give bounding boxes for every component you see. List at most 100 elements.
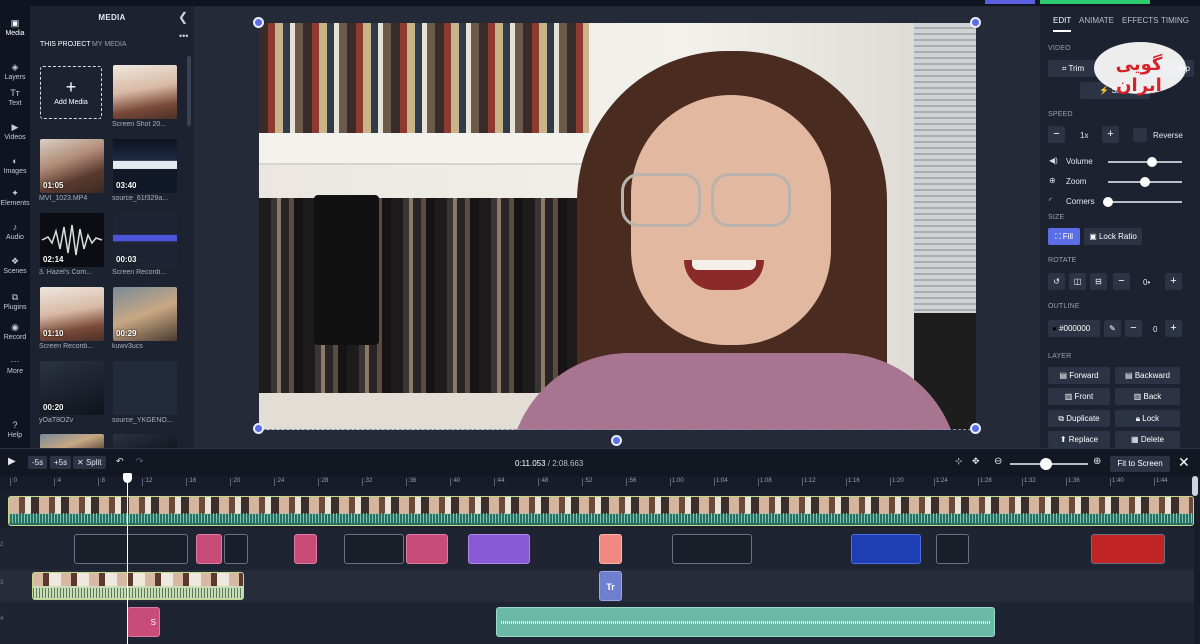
outline-color-picker[interactable]: ● #000000 xyxy=(1048,320,1100,337)
outline-increase-button[interactable]: + xyxy=(1165,320,1182,337)
rotate-left-icon[interactable]: ↺ xyxy=(1048,273,1065,290)
media-tile[interactable]: 02:14 xyxy=(40,213,104,267)
tab-animate[interactable]: ANIMATE xyxy=(1079,16,1114,25)
delete-button[interactable]: ▦ Delete xyxy=(1115,431,1180,448)
clip-pink[interactable] xyxy=(196,534,222,564)
zoom-in-icon[interactable]: ⊕ xyxy=(1093,456,1101,467)
resize-handle-tl[interactable] xyxy=(253,17,264,28)
video-preview[interactable] xyxy=(259,23,976,430)
clip-s[interactable]: S xyxy=(127,607,160,637)
clip-blue-slide[interactable] xyxy=(851,534,921,564)
close-timeline-icon[interactable]: ✕ xyxy=(1178,454,1190,471)
clip-pink[interactable] xyxy=(294,534,317,564)
rotate-decrease-button[interactable]: − xyxy=(1113,273,1130,290)
tab-my-media[interactable]: MY MEDIA xyxy=(92,41,127,48)
rail-item-media[interactable]: ▣ Media xyxy=(0,16,30,48)
clip-screen-recording[interactable] xyxy=(672,534,752,564)
reverse-checkbox[interactable] xyxy=(1133,128,1147,142)
media-tile[interactable] xyxy=(113,361,177,415)
main-video-clip[interactable] xyxy=(8,496,1194,526)
back-button[interactable]: ▥ Back xyxy=(1115,388,1180,405)
duplicate-button[interactable]: ⧉ Duplicate xyxy=(1048,410,1110,427)
split-button[interactable]: ✕ Split xyxy=(73,456,106,469)
facecam-clip[interactable] xyxy=(32,572,244,600)
replace-button[interactable]: ⬆ Replace xyxy=(1048,431,1110,448)
top-button-purple[interactable] xyxy=(985,0,1035,4)
tab-this-project[interactable]: THIS PROJECT xyxy=(40,41,91,48)
forward-5s-button[interactable]: +5s xyxy=(50,456,72,469)
lock-ratio-button[interactable]: ▣ Lock Ratio xyxy=(1084,228,1142,245)
speed-increase-button[interactable]: + xyxy=(1102,126,1119,143)
tab-edit[interactable]: EDIT xyxy=(1053,16,1072,32)
media-tile[interactable]: 03:40 xyxy=(113,139,177,193)
rail-item-text[interactable]: Tт Text xyxy=(0,86,30,118)
rotate-increase-button[interactable]: + xyxy=(1165,273,1182,290)
playhead[interactable] xyxy=(127,474,128,644)
lock-button[interactable]: 🔒︎ Lock xyxy=(1115,410,1180,427)
rail-item-audio[interactable]: ♪ Audio xyxy=(0,220,30,252)
more-options-icon[interactable]: ••• xyxy=(179,31,188,41)
backward-button[interactable]: ▤ Backward xyxy=(1115,367,1180,384)
clip-salmon[interactable] xyxy=(599,534,622,564)
timeline-zoom-knob[interactable] xyxy=(1039,458,1052,470)
front-button[interactable]: ▥ Front xyxy=(1048,388,1110,405)
media-tile[interactable]: 00:03 xyxy=(113,213,177,267)
clip-dark[interactable] xyxy=(224,534,248,564)
forward-button[interactable]: ▤ Forward xyxy=(1048,367,1110,384)
volume-slider[interactable] xyxy=(1108,161,1182,163)
eyedropper-icon[interactable]: ✎ xyxy=(1104,320,1121,337)
rail-item-images[interactable]: ◐ Images xyxy=(0,154,30,186)
rail-item-more[interactable]: ⋯ More xyxy=(0,354,30,386)
resize-handle-br[interactable] xyxy=(970,423,981,434)
rail-item-help[interactable]: ? Help xyxy=(0,418,30,450)
text-clip[interactable]: Tr xyxy=(599,571,622,601)
redo-icon[interactable]: ↷ xyxy=(136,456,144,467)
top-button-green[interactable] xyxy=(1040,0,1150,4)
rail-item-plugins[interactable]: ⧉ Plugins xyxy=(0,290,30,322)
resize-handle-tr[interactable] xyxy=(970,17,981,28)
speed-decrease-button[interactable]: − xyxy=(1048,126,1065,143)
media-tile[interactable] xyxy=(113,65,177,119)
clip-purple[interactable] xyxy=(468,534,530,564)
media-tile[interactable]: 01:05 xyxy=(40,139,104,193)
volume-knob[interactable] xyxy=(1147,157,1158,167)
clip-dark[interactable] xyxy=(936,534,969,564)
fill-button[interactable]: ⛶ Fill xyxy=(1048,228,1080,245)
timeline-scrollbar[interactable] xyxy=(1192,476,1198,496)
outline-decrease-button[interactable]: − xyxy=(1125,320,1142,337)
flip-vertical-icon[interactable]: ⊟ xyxy=(1090,273,1107,290)
add-media-button[interactable]: + Add Media xyxy=(40,66,102,119)
corners-slider[interactable] xyxy=(1108,201,1182,203)
rewind-5s-button[interactable]: -5s xyxy=(28,456,48,469)
clip-screen-recording[interactable] xyxy=(344,534,404,564)
zoom-out-icon[interactable]: ⊖ xyxy=(994,456,1002,467)
fit-to-screen-button[interactable]: Fit to Screen xyxy=(1110,456,1170,472)
media-tile[interactable]: 00:29 xyxy=(113,287,177,341)
media-tile[interactable]: 00:20 xyxy=(40,361,104,415)
clip-youtube[interactable] xyxy=(1091,534,1165,564)
snap-icon[interactable]: ⊹ xyxy=(955,456,963,467)
playhead-handle[interactable] xyxy=(123,473,132,483)
tab-timing[interactable]: TIMING xyxy=(1161,16,1189,25)
rail-item-scenes[interactable]: ❖ Scenes xyxy=(0,254,30,286)
zoom-knob[interactable] xyxy=(1140,177,1150,187)
media-tile[interactable] xyxy=(40,434,104,448)
fit-width-icon[interactable]: ✥ xyxy=(972,456,980,467)
rail-item-record[interactable]: ◉ Record xyxy=(0,320,30,352)
resize-handle-bl[interactable] xyxy=(253,423,264,434)
media-tile[interactable]: 01:10 xyxy=(40,287,104,341)
timeline-ruler[interactable]: :0:4:8:12:16:20:24:28:32:36:40:44:48:52:… xyxy=(0,476,1200,488)
tab-effects[interactable]: EFFECTS xyxy=(1122,16,1158,25)
clip-screen-recording[interactable] xyxy=(74,534,188,564)
media-tile[interactable] xyxy=(113,434,177,448)
rotate-handle[interactable] xyxy=(611,435,622,446)
rail-item-elements[interactable]: ✦ Elements xyxy=(0,186,30,218)
corners-knob[interactable] xyxy=(1103,197,1113,207)
media-scrollbar[interactable] xyxy=(187,56,191,126)
undo-icon[interactable]: ↶ xyxy=(116,456,124,467)
audio-clip[interactable] xyxy=(496,607,995,637)
clip-pink[interactable] xyxy=(406,534,448,564)
collapse-panel-icon[interactable]: ❮ xyxy=(178,10,188,24)
play-icon[interactable]: ▶ xyxy=(8,456,16,467)
rail-item-videos[interactable]: ▶ Videos xyxy=(0,120,30,152)
